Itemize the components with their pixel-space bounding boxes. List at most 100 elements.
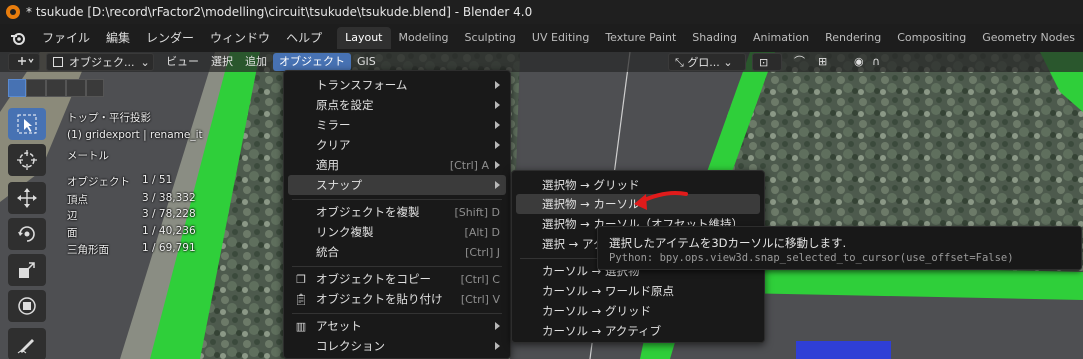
tool-rotate[interactable]: [8, 218, 46, 250]
tool-scale[interactable]: [8, 254, 46, 286]
stat-vertices-value: 3 / 38,332: [142, 192, 196, 204]
tab-sculpting[interactable]: Sculpting: [457, 27, 524, 49]
menu-render[interactable]: レンダー: [138, 27, 202, 49]
move-icon: [17, 188, 37, 208]
menu-add[interactable]: 追加: [239, 53, 273, 71]
submenu-arrow-icon: [495, 81, 500, 89]
submenu-arrow-icon: [495, 121, 500, 129]
menu-item-set-origin[interactable]: 原点を設定: [288, 95, 506, 115]
snap-target-dropdown[interactable]: ⊞: [812, 53, 833, 71]
rotate-icon: [18, 226, 35, 242]
editor-type-selector[interactable]: [8, 53, 40, 71]
cursor-icon: [17, 150, 37, 170]
select-intersect-icon[interactable]: [86, 79, 104, 97]
window-title: * tsukude [D:\record\rFactor2\modelling\…: [26, 5, 533, 19]
submenu-arrow-icon: [495, 161, 500, 169]
tab-rendering[interactable]: Rendering: [817, 27, 889, 49]
selection-mode-group: [8, 79, 104, 97]
menu-item-duplicate-linked[interactable]: リンク複製 [Alt] D: [288, 222, 506, 242]
snap-grid-icon: ⊞: [818, 55, 828, 68]
orientation-icon: ⤡: [675, 56, 684, 69]
pivot-point-dropdown[interactable]: ⊡: [752, 53, 782, 71]
menu-file[interactable]: ファイル: [34, 27, 98, 49]
menu-item-apply[interactable]: 適用 [Ctrl] A: [288, 155, 506, 175]
tool-select-box[interactable]: [8, 108, 46, 140]
snap-cursor-to-grid[interactable]: カーソル → グリッド: [516, 301, 760, 321]
tab-modeling[interactable]: Modeling: [391, 27, 457, 49]
tab-uv-editing[interactable]: UV Editing: [524, 27, 597, 49]
menu-gis[interactable]: GIS: [351, 53, 382, 71]
select-extend-icon[interactable]: [26, 79, 46, 97]
menu-item-paste-objects[interactable]: 📋︎ オブジェクトを貼り付け [Ctrl] V: [288, 289, 506, 309]
menu-item-copy-objects[interactable]: ❐ オブジェクトをコピー [Ctrl] C: [288, 269, 506, 289]
tab-animation[interactable]: Animation: [745, 27, 817, 49]
falloff-dropdown[interactable]: ∩: [866, 53, 886, 71]
chevron-down-icon: ⌄: [140, 56, 150, 69]
collection-name: (1) gridexport | rename_it: [67, 129, 203, 141]
stat-faces-label: 面: [67, 227, 78, 239]
tab-texture-paint[interactable]: Texture Paint: [597, 27, 684, 49]
stat-edges-label: 辺: [67, 210, 78, 222]
operator-tooltip: 選択したアイテムを3Dカーソルに移動します. Python: bpy.ops.v…: [597, 226, 1082, 270]
select-subtract-icon[interactable]: [46, 79, 66, 97]
select-new-icon[interactable]: [8, 79, 26, 97]
menu-item-transform[interactable]: トランスフォーム: [288, 75, 506, 95]
snap-cursor-to-world-origin[interactable]: カーソル → ワールド原点: [516, 281, 760, 301]
submenu-arrow-icon: [495, 101, 500, 109]
mode-dropdown[interactable]: オブジェク... ⌄: [46, 53, 154, 71]
object-mode-icon: [53, 57, 63, 67]
stat-vertices-label: 頂点: [67, 194, 88, 206]
stat-triangles-value: 1 / 69,791: [142, 242, 196, 254]
snap-icon: ⌒: [794, 55, 805, 68]
top-menubar: ファイル 編集 レンダー ウィンドウ ヘルプ Layout Modeling S…: [0, 24, 1083, 52]
menu-view[interactable]: ビュー: [160, 53, 205, 71]
tab-compositing[interactable]: Compositing: [889, 27, 974, 49]
pivot-icon: ⊡: [759, 56, 769, 69]
stat-faces-value: 1 / 40,236: [142, 225, 196, 237]
menu-object[interactable]: オブジェクト: [273, 53, 351, 71]
select-invert-icon[interactable]: [66, 79, 86, 97]
selected-object[interactable]: [796, 341, 891, 359]
tool-annotate[interactable]: [8, 328, 46, 359]
annotate-icon: [17, 339, 34, 354]
blender-menu-icon[interactable]: [10, 30, 26, 46]
falloff-curve-icon: ∩: [872, 55, 881, 68]
menu-item-snap[interactable]: スナップ: [288, 175, 506, 195]
tooltip-python: Python: bpy.ops.view3d.snap_selected_to_…: [609, 252, 1014, 264]
tab-shading[interactable]: Shading: [684, 27, 745, 49]
menu-window[interactable]: ウィンドウ: [202, 27, 278, 49]
tool-cursor[interactable]: [8, 144, 46, 176]
tab-layout[interactable]: Layout: [337, 27, 391, 49]
submenu-arrow-icon: [495, 322, 500, 330]
stat-objects-label: オブジェクト: [67, 176, 130, 188]
snap-cursor-to-active[interactable]: カーソル → アクティブ: [516, 321, 760, 341]
tool-transform[interactable]: [8, 290, 46, 322]
tooltip-description: 選択したアイテムを3Dカーソルに移動します.: [609, 236, 847, 250]
menu-item-mirror[interactable]: ミラー: [288, 115, 506, 135]
proportional-icon: ◉: [854, 55, 864, 68]
menu-help[interactable]: ヘルプ: [278, 27, 330, 49]
submenu-arrow-icon: [495, 342, 500, 350]
tool-move[interactable]: [8, 182, 46, 214]
snap-toggle[interactable]: ⌒: [788, 53, 811, 71]
chevron-down-icon: ⌄: [723, 56, 733, 69]
submenu-arrow-icon: [495, 181, 500, 189]
submenu-arrow-icon: [495, 141, 500, 149]
menu-item-clear[interactable]: クリア: [288, 135, 506, 155]
paste-icon: 📋︎: [294, 292, 308, 306]
stat-objects-value: 1 / 51: [142, 174, 173, 186]
menu-select[interactable]: 選択: [205, 53, 239, 71]
menu-edit[interactable]: 編集: [98, 27, 138, 49]
menu-item-collection[interactable]: コレクション: [288, 336, 506, 356]
view-name: トップ・平行投影: [67, 112, 151, 124]
tab-geometry-nodes[interactable]: Geometry Nodes: [974, 27, 1083, 49]
annotation-arrow-icon: [634, 191, 688, 210]
transform-orientation-dropdown[interactable]: ⤡ グロ... ⌄: [668, 53, 746, 71]
window-titlebar: * tsukude [D:\record\rFactor2\modelling\…: [0, 0, 1083, 24]
menu-item-join[interactable]: 統合 [Ctrl] J: [288, 242, 506, 262]
viewport-header: オブジェク... ⌄ ビュー 選択 追加 オブジェクト GIS ⤡ グロ... ⌄…: [0, 52, 1083, 72]
copy-icon: ❐: [296, 272, 306, 286]
menu-item-duplicate[interactable]: オブジェクトを複製 [Shift] D: [288, 202, 506, 222]
object-menu: トランスフォーム 原点を設定 ミラー クリア 適用 [Ctrl] A スナップ オ…: [283, 70, 511, 359]
menu-item-asset[interactable]: ▥ アセット: [288, 316, 506, 336]
